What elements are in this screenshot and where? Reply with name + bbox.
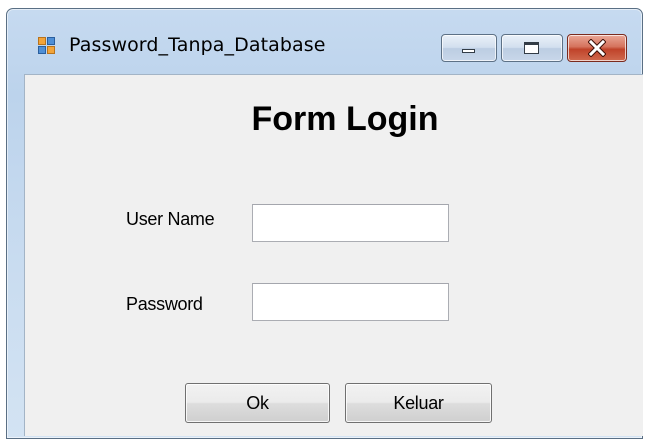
username-label: User Name [126, 209, 215, 229]
password-input[interactable] [252, 283, 449, 321]
minimize-icon [462, 49, 475, 53]
ok-button[interactable]: Ok [185, 383, 330, 423]
minimize-button[interactable] [441, 34, 497, 62]
title-bar[interactable]: Password_Tanpa_Database [7, 9, 642, 81]
keluar-button[interactable]: Keluar [345, 383, 492, 423]
maximize-button[interactable] [501, 34, 563, 62]
password-label: Password [126, 294, 203, 314]
username-input[interactable] [252, 204, 449, 242]
maximize-icon [524, 42, 539, 54]
form-client-area: Form Login User Name Password Ok Keluar [24, 74, 643, 436]
app-icon[interactable] [38, 37, 56, 55]
close-icon [587, 38, 607, 58]
window-title: Password_Tanpa_Database [69, 34, 326, 56]
login-window: Password_Tanpa_Database Form Login User … [6, 8, 643, 439]
form-heading: Form Login [251, 100, 439, 138]
close-button[interactable] [567, 34, 627, 62]
